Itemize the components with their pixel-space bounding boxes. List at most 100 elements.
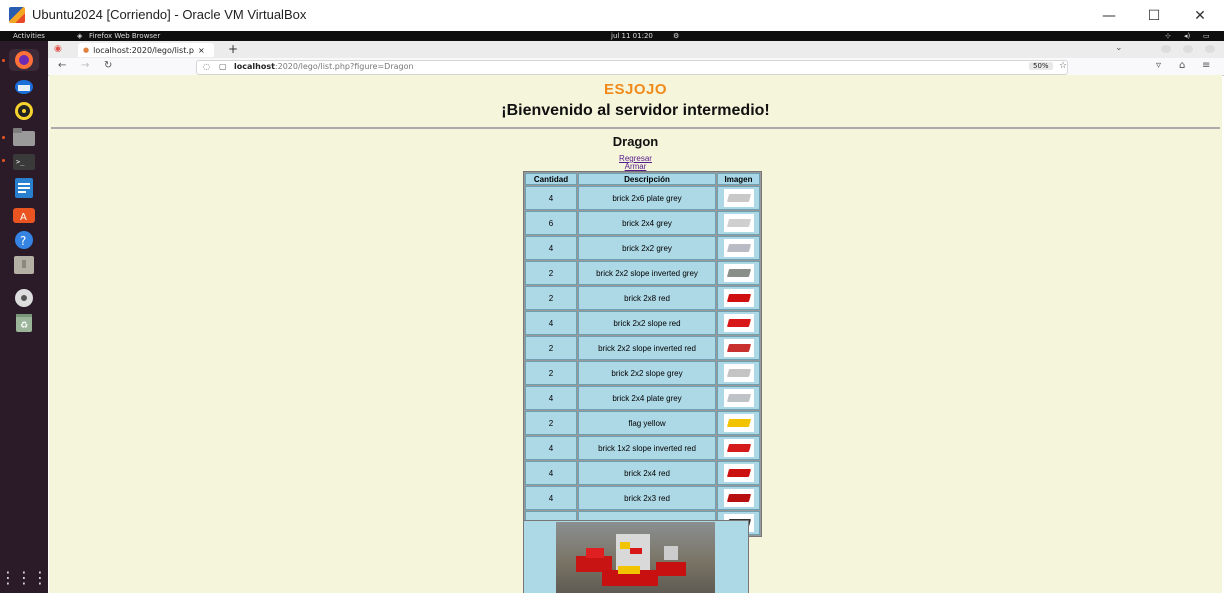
vm-minimize-button[interactable] bbox=[1161, 45, 1171, 53]
build-link[interactable]: Armar bbox=[49, 162, 1222, 171]
part-thumbnail bbox=[723, 214, 754, 232]
pocket-icon[interactable]: ▿ bbox=[1156, 60, 1161, 71]
image-cell bbox=[717, 361, 760, 385]
image-cell bbox=[717, 311, 760, 335]
quantity-cell: 2 bbox=[525, 411, 577, 435]
part-brick-shape bbox=[726, 444, 751, 452]
disk-icon[interactable] bbox=[9, 254, 39, 276]
part-thumbnail bbox=[723, 239, 754, 257]
shield-icon[interactable]: ◌ bbox=[203, 62, 210, 71]
part-brick-shape bbox=[726, 244, 751, 252]
zoom-indicator[interactable]: 50% bbox=[1029, 62, 1053, 70]
tab-overview-icon[interactable]: ◉ bbox=[54, 44, 62, 54]
quantity-cell: 2 bbox=[525, 261, 577, 285]
description-cell: flag yellow bbox=[578, 411, 716, 435]
part-brick-shape bbox=[726, 344, 751, 352]
table-row: 2 brick 2x8 red bbox=[525, 286, 760, 310]
description-cell: brick 2x2 slope inverted grey bbox=[578, 261, 716, 285]
table-row: 4 brick 2x3 red bbox=[525, 486, 760, 510]
active-app-menu[interactable]: Firefox Web Browser bbox=[89, 31, 160, 41]
quantity-cell: 4 bbox=[525, 486, 577, 510]
url-bar[interactable]: ◌ ▢ localhost:2020/lego/list.php?figure=… bbox=[196, 60, 1068, 75]
quantity-cell: 4 bbox=[525, 461, 577, 485]
figure-title: Dragon bbox=[612, 134, 659, 149]
writer-icon[interactable] bbox=[9, 177, 39, 199]
header-image: Imagen bbox=[717, 173, 760, 185]
quantity-cell: 6 bbox=[525, 211, 577, 235]
image-cell bbox=[717, 436, 760, 460]
menu-icon[interactable]: ≡ bbox=[1202, 60, 1210, 71]
build-link-label[interactable]: Armar bbox=[625, 162, 647, 171]
quantity-cell: 4 bbox=[525, 436, 577, 460]
part-brick-shape bbox=[726, 419, 751, 427]
part-brick-shape bbox=[726, 494, 751, 502]
extensions-icon[interactable]: ⌂ bbox=[1179, 60, 1185, 71]
image-cell bbox=[717, 236, 760, 260]
tab-title: localhost:2020/lego/list.p bbox=[93, 45, 194, 55]
page-content: ESJOJO ¡Bienvenido al servidor intermedi… bbox=[49, 75, 1222, 593]
description-cell: brick 2x6 plate grey bbox=[578, 186, 716, 210]
welcome-heading: ¡Bienvenido al servidor intermedio! bbox=[501, 102, 770, 119]
description-cell: brick 2x8 red bbox=[578, 286, 716, 310]
site-brand: ESJOJO bbox=[603, 81, 668, 98]
files-icon[interactable] bbox=[9, 126, 39, 148]
minimize-button[interactable]: — bbox=[1086, 0, 1132, 31]
volume-icon[interactable]: ◂) bbox=[1184, 31, 1190, 41]
apps-grid-icon[interactable]: ⋮⋮⋮ bbox=[0, 566, 48, 588]
parts-table: Cantidad Descripción Imagen 4 brick 2x6 p… bbox=[523, 171, 762, 537]
firefox-logo-icon: ◈ bbox=[77, 32, 83, 40]
table-row: 2 brick 2x2 slope inverted red bbox=[525, 336, 760, 360]
dragon-photo bbox=[556, 522, 715, 593]
favicon-icon: ● bbox=[83, 46, 90, 54]
part-brick-shape bbox=[726, 219, 751, 227]
table-row: 2 brick 2x2 slope grey bbox=[525, 361, 760, 385]
image-cell bbox=[717, 286, 760, 310]
thunderbird-icon[interactable] bbox=[9, 75, 39, 97]
description-cell: brick 2x2 slope red bbox=[578, 311, 716, 335]
part-thumbnail bbox=[723, 414, 754, 432]
trash-icon[interactable]: ♻ bbox=[9, 312, 39, 334]
terminal-icon[interactable]: >_ bbox=[9, 151, 39, 173]
page-info-icon[interactable]: ▢ bbox=[219, 62, 227, 71]
forward-icon[interactable]: → bbox=[81, 60, 89, 71]
quantity-cell: 2 bbox=[525, 286, 577, 310]
rhythmbox-icon[interactable] bbox=[9, 100, 39, 122]
part-brick-shape bbox=[726, 394, 751, 402]
maximize-button[interactable]: ☐ bbox=[1131, 0, 1177, 31]
part-thumbnail bbox=[723, 364, 754, 382]
help-icon[interactable]: ? bbox=[9, 229, 39, 251]
description-cell: brick 2x2 slope inverted red bbox=[578, 336, 716, 360]
back-icon[interactable]: ← bbox=[58, 60, 66, 71]
vm-close-button[interactable] bbox=[1205, 45, 1215, 53]
part-brick-shape bbox=[726, 369, 751, 377]
description-cell: brick 2x2 grey bbox=[578, 236, 716, 260]
tab-close-icon[interactable]: × bbox=[198, 46, 205, 55]
vm-maximize-button[interactable] bbox=[1183, 45, 1193, 53]
firefox-icon[interactable] bbox=[9, 49, 39, 71]
image-cell bbox=[717, 461, 760, 485]
reload-icon[interactable]: ↻ bbox=[104, 60, 112, 71]
browser-nav-bar: ← → ↻ ◌ ▢ localhost:2020/lego/list.php?f… bbox=[48, 58, 1224, 76]
svg-text:A: A bbox=[20, 212, 27, 223]
description-cell: brick 2x4 grey bbox=[578, 211, 716, 235]
ubuntu-dock: >_ A ? ♻ ⋮⋮⋮ bbox=[0, 41, 48, 593]
table-row: 4 brick 1x2 slope inverted red bbox=[525, 436, 760, 460]
quantity-cell: 4 bbox=[525, 386, 577, 410]
part-thumbnail bbox=[723, 464, 754, 482]
activities-button[interactable]: Activities bbox=[13, 31, 45, 41]
running-indicator bbox=[2, 59, 5, 62]
bookmark-star-icon[interactable]: ☆ bbox=[1059, 61, 1067, 71]
app-center-icon[interactable]: A bbox=[9, 203, 39, 225]
clock[interactable]: jul 11 01:20 bbox=[611, 31, 653, 41]
tab-lego-list[interactable]: ● localhost:2020/lego/list.p × bbox=[78, 43, 214, 57]
new-tab-button[interactable]: + bbox=[228, 42, 238, 56]
network-icon[interactable]: ⊹ bbox=[1165, 31, 1171, 41]
image-cell bbox=[717, 386, 760, 410]
close-button[interactable]: ✕ bbox=[1177, 0, 1223, 31]
quantity-cell: 4 bbox=[525, 186, 577, 210]
quantity-cell: 4 bbox=[525, 236, 577, 260]
list-tabs-icon[interactable]: ⌄ bbox=[1115, 43, 1123, 53]
cd-drive-icon[interactable] bbox=[9, 287, 39, 309]
battery-icon[interactable]: ▭ bbox=[1203, 31, 1210, 41]
table-row: 4 brick 2x4 red bbox=[525, 461, 760, 485]
